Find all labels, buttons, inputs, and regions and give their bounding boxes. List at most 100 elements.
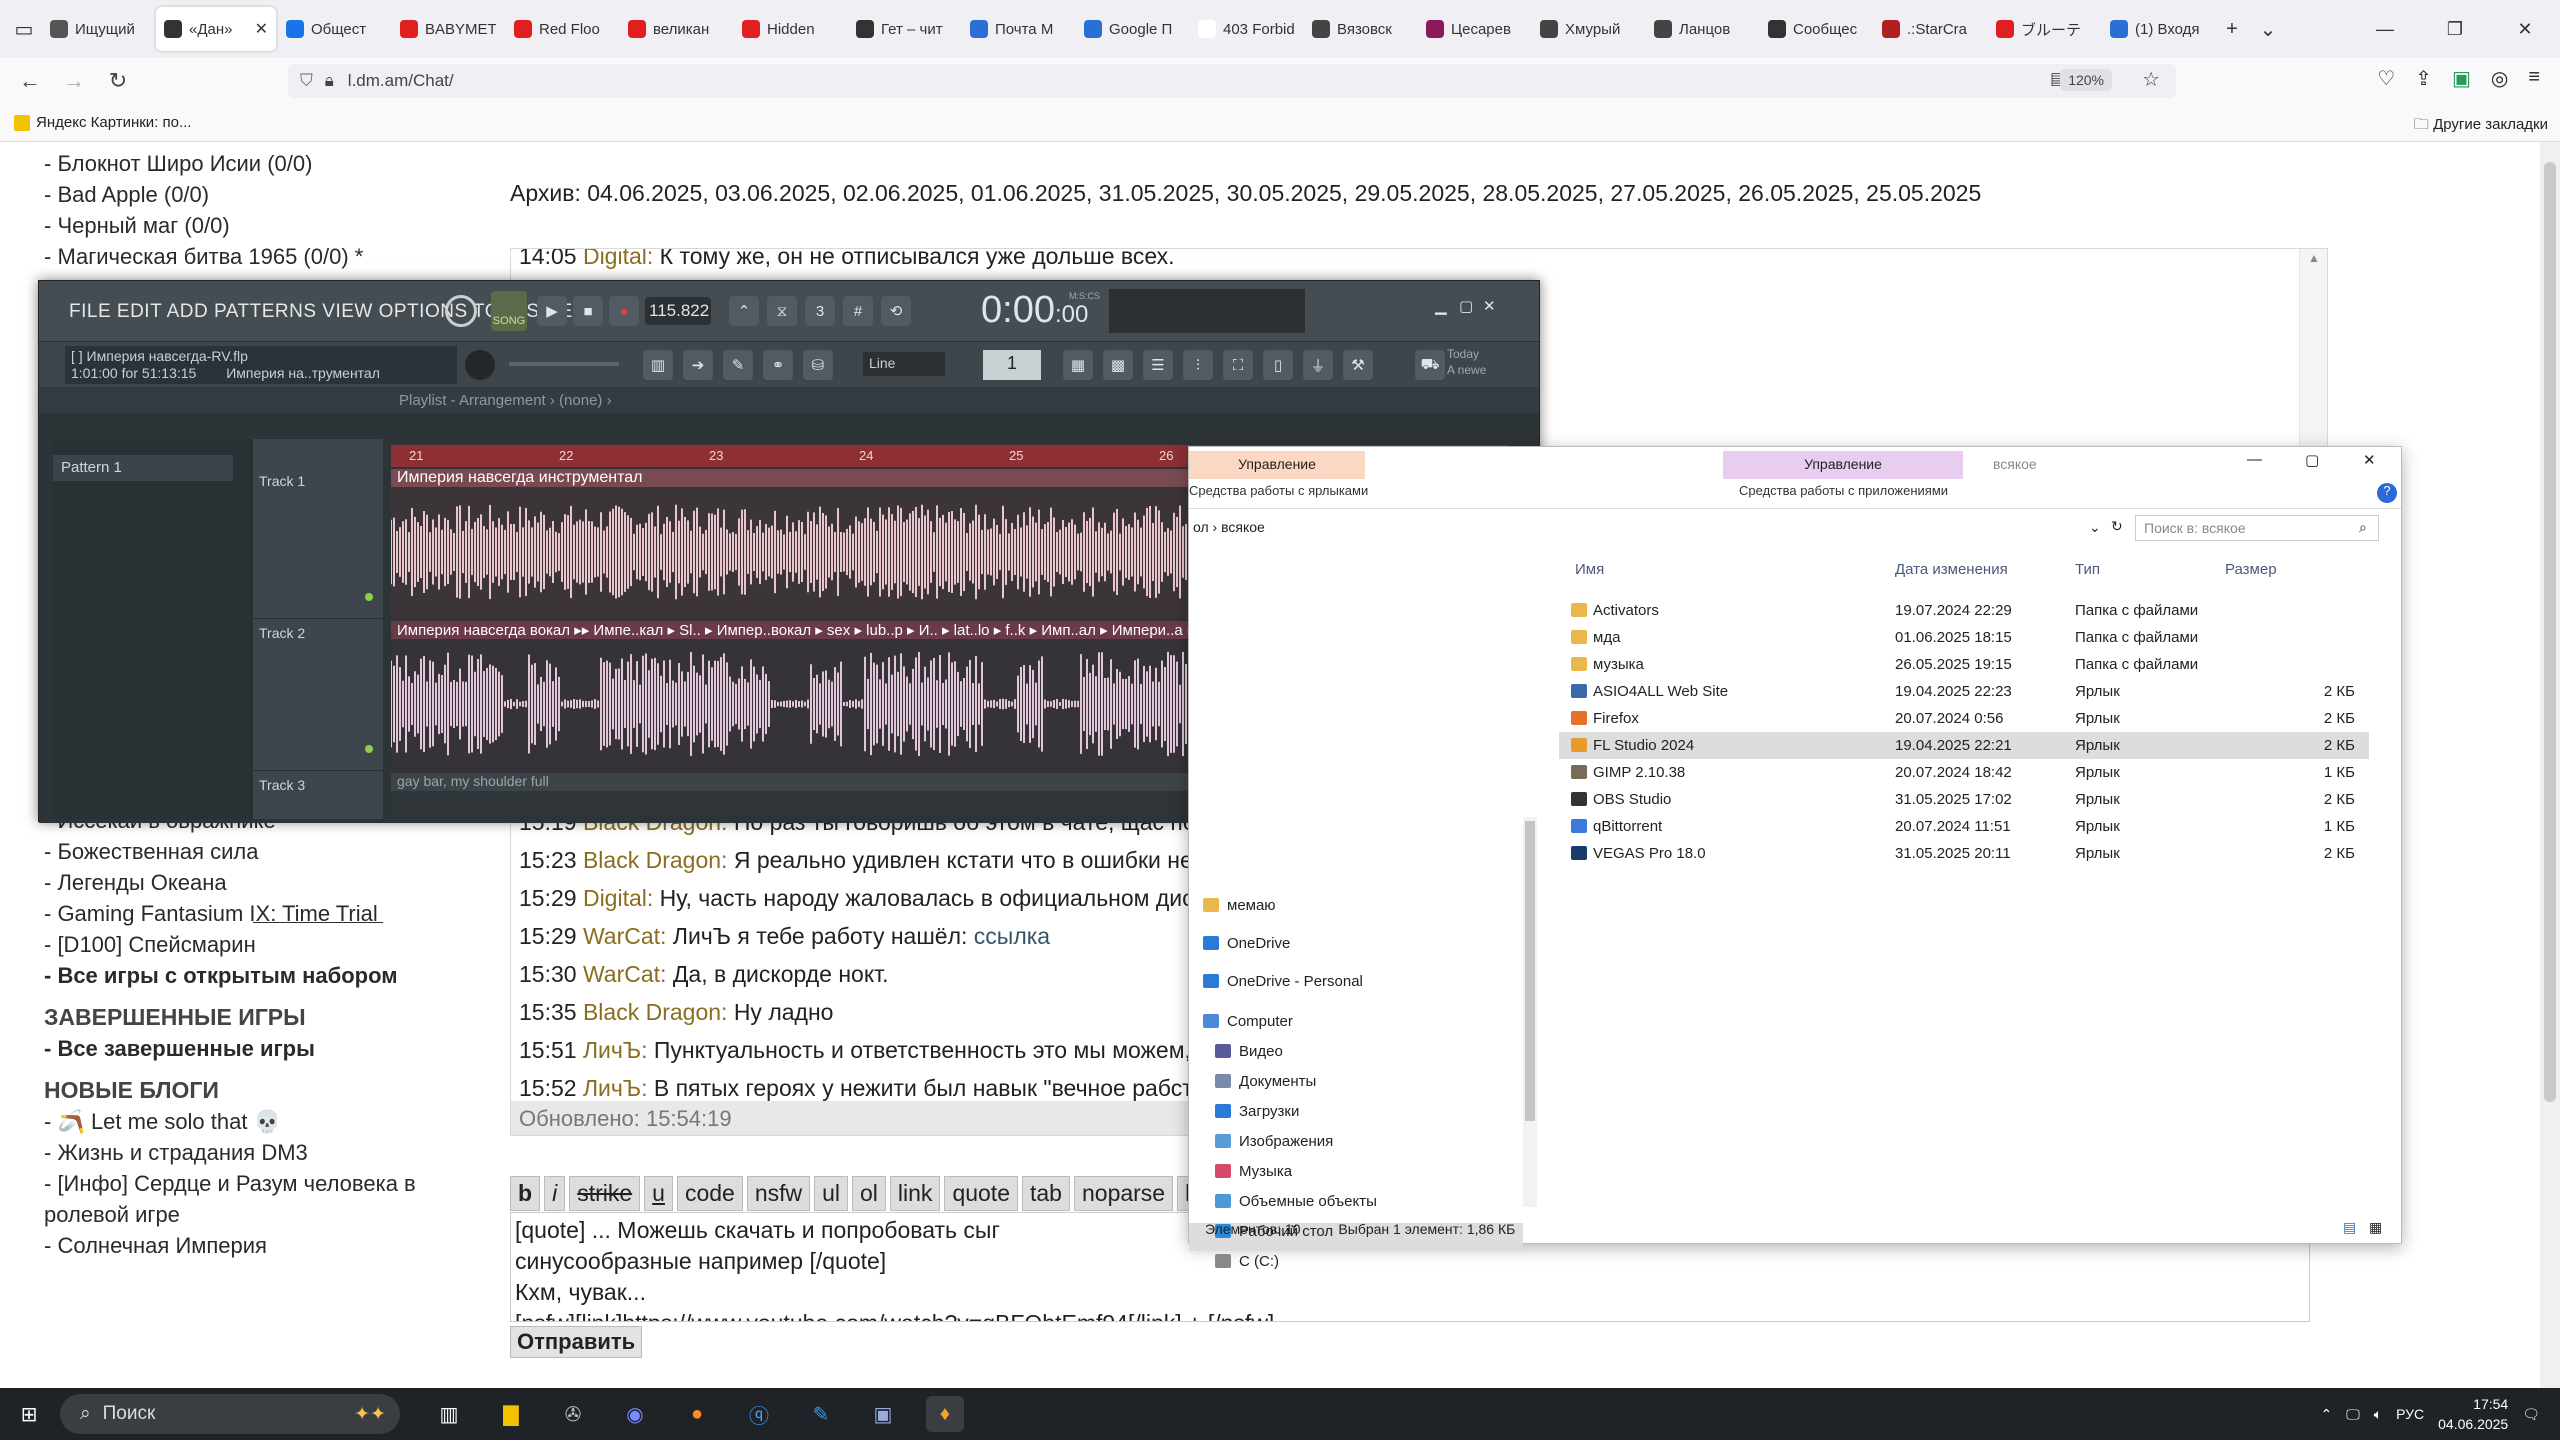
file-row[interactable]: FL Studio 2024 19.04.2025 22:21 Ярлык 2 КБ (1559, 732, 2369, 759)
fl-wait-icon[interactable]: ⧖ (767, 296, 797, 326)
bookmark-yandex[interactable]: Яндекс Картинки: по... (36, 114, 191, 131)
fl-pattern-item[interactable]: Pattern 1 (53, 455, 233, 481)
fl-minimize-icon[interactable]: ▁ (1435, 297, 1447, 315)
column-header[interactable]: Размер (2225, 561, 2277, 578)
fl-maximize-icon[interactable]: ▢ (1459, 297, 1473, 315)
message-author[interactable]: ЛичЪ: (583, 1075, 648, 1101)
minimize-icon[interactable]: — (2350, 0, 2420, 58)
fl-arrow-icon[interactable]: ➔ (683, 350, 713, 380)
column-header[interactable]: Тип (2075, 561, 2100, 578)
other-bookmarks[interactable]: 🗀 Другие закладки (2414, 114, 2548, 139)
discord-icon[interactable]: ◉ (616, 1396, 654, 1432)
editor-noparse-button[interactable]: noparse (1073, 1176, 1174, 1211)
editor-nsfw-button[interactable]: nsfw (746, 1176, 811, 1211)
firefox-icon[interactable]: ● (678, 1396, 716, 1432)
vscode-icon[interactable]: ✎ (802, 1396, 840, 1432)
fl-step-icon[interactable]: # (843, 296, 873, 326)
sidebar-blog-item[interactable]: - Солнечная Империя (44, 1230, 464, 1261)
pocket-icon[interactable]: ♡ (2377, 66, 2395, 91)
fl-countdown-icon[interactable]: 3 (805, 296, 835, 326)
notification-icon[interactable]: 🗨 (2522, 1406, 2540, 1423)
browser-tab[interactable]: .:StarCra (1874, 7, 1986, 51)
message-link[interactable]: ссылка (974, 923, 1050, 949)
fl-playlist-icon[interactable]: ▥ (643, 350, 673, 380)
nav-item[interactable]: OneDrive (1203, 935, 1290, 963)
sidebar-blog-item[interactable]: - 🪃 Let me solo that 💀 (44, 1106, 464, 1137)
message-author[interactable]: ЛичЪ: (583, 1037, 648, 1063)
file-row[interactable]: OBS Studio 31.05.2025 17:02 Ярлык 2 КБ (1559, 786, 2369, 813)
fl-track-led-icon[interactable] (365, 745, 373, 753)
browser-tab[interactable]: BABYMET (392, 7, 504, 51)
search-icon[interactable]: ⌕ (2359, 519, 2367, 536)
terminal-icon[interactable]: ▣ (864, 1396, 902, 1432)
file-row[interactable]: музыка 26.05.2025 19:15 Папка с файлами (1559, 651, 2369, 678)
browser-tab[interactable]: Цесарев (1418, 7, 1530, 51)
back-icon[interactable]: ← (8, 61, 52, 101)
app-icon[interactable]: ✇ (554, 1396, 592, 1432)
qbittorrent-icon[interactable]: ⓠ (740, 1396, 778, 1432)
nav-item[interactable]: Загрузки (1215, 1103, 1299, 1131)
breadcrumb[interactable]: ол › всякое (1193, 519, 1265, 535)
sidebar-item[interactable]: - Магическая битва 1965 (0/0) * (44, 241, 464, 272)
url-bar[interactable]: ⛉ 🔒︎ l.dm.am/Chat/ ▤ 120% ☆ (288, 64, 2176, 98)
nav-item[interactable]: Музыка (1215, 1163, 1292, 1191)
input-language[interactable]: РУС (2396, 1406, 2424, 1422)
editor-i-button[interactable]: i (544, 1176, 566, 1211)
ex-help-icon[interactable]: ? (2377, 483, 2397, 503)
restore-icon[interactable]: ❐ (2420, 0, 2490, 58)
editor-link-button[interactable]: link (889, 1176, 941, 1211)
editor-quote-button[interactable]: quote (944, 1176, 1018, 1211)
column-header[interactable]: Дата изменения (1895, 561, 2008, 578)
nav-item[interactable]: OneDrive - Personal (1203, 973, 1363, 1001)
browser-tab[interactable]: Ланцов (1646, 7, 1758, 51)
file-row[interactable]: Activators 19.07.2024 22:29 Папка с файлам… (1559, 597, 2369, 624)
nav-item[interactable]: Изображения (1215, 1133, 1333, 1161)
fl-track-header[interactable]: Track 1 (253, 469, 383, 619)
browser-tab[interactable]: Hidden (734, 7, 846, 51)
message-author[interactable]: WarCat: (583, 961, 667, 987)
nav-item[interactable]: Документы (1215, 1073, 1316, 1101)
editor-u-button[interactable]: u (644, 1176, 673, 1211)
sidebar-game-item[interactable]: - Все игры с открытым набором (44, 960, 464, 991)
reload-icon[interactable]: ↻ (96, 61, 140, 101)
forward-icon[interactable]: → (52, 61, 96, 101)
scroll-up-icon[interactable]: ▲ (2308, 251, 2320, 265)
fl-step-value[interactable]: 1 (983, 350, 1041, 380)
sidebar-blog-item[interactable]: ролевой игре (44, 1199, 464, 1230)
refresh-icon[interactable]: ↻ (2111, 518, 2123, 535)
browser-tab[interactable]: Почта M (962, 7, 1074, 51)
file-row[interactable]: мда 01.06.2025 18:15 Папка с файлами (1559, 624, 2369, 651)
fl-stamp-icon[interactable]: ⛁ (803, 350, 833, 380)
fl-tools-icon[interactable]: ⚒ (1343, 350, 1373, 380)
file-row[interactable]: VEGAS Pro 18.0 31.05.2025 20:11 Ярлык 2 КБ (1559, 840, 2369, 867)
editor-ol-button[interactable]: ol (852, 1176, 886, 1211)
fl-mixer-icon[interactable]: ▦ (1063, 350, 1093, 380)
start-icon[interactable]: ⊞ (10, 1396, 48, 1432)
message-author[interactable]: Digital: (583, 249, 653, 269)
browser-tab[interactable]: Хмурый (1532, 7, 1644, 51)
browser-tab[interactable]: Гет – чит (848, 7, 960, 51)
page-scroll-thumb[interactable] (2544, 162, 2556, 1102)
browser-tab[interactable]: Ищущий (42, 7, 154, 51)
fl-volume-knob[interactable] (465, 350, 495, 380)
tab-close-icon[interactable]: ✕ (255, 19, 268, 39)
fl-track-header[interactable]: Track 2 (253, 621, 383, 771)
ribbon-tab-manage-shortcuts[interactable]: Управление (1189, 451, 1365, 479)
sidebar-blog-item[interactable]: - [Инфо] Сердце и Разум человека в (44, 1168, 464, 1199)
extensions-icon[interactable]: ⇪ (2415, 66, 2432, 91)
message-author[interactable]: Black Dragon: (583, 847, 727, 873)
fl-piano-roll-icon[interactable]: ▩ (1103, 350, 1133, 380)
file-row[interactable]: GIMP 2.10.38 20.07.2024 18:42 Ярлык 1 КБ (1559, 759, 2369, 786)
tray-chevron-icon[interactable]: ⌃ (2320, 1406, 2332, 1423)
fl-news[interactable]: Today A newe (1447, 346, 1486, 378)
details-view-icon[interactable]: ▤ (2343, 1219, 2356, 1236)
message-author[interactable]: Black Dragon: (583, 999, 727, 1025)
shield-icon[interactable]: ⛉ (300, 71, 313, 91)
browser-tab[interactable]: 403 Forbidden (1190, 7, 1302, 51)
column-header[interactable]: Имя (1575, 561, 1604, 578)
nav-scrollbar[interactable] (1523, 817, 1537, 1207)
editor-b-button[interactable]: b (510, 1176, 541, 1211)
sidebar-item[interactable]: - Черный маг (0/0) (44, 210, 464, 241)
file-row[interactable]: ASIO4ALL Web Site 19.04.2025 22:23 Ярлык 2 … (1559, 678, 2369, 705)
task-view-icon[interactable]: ▥ (430, 1396, 468, 1432)
